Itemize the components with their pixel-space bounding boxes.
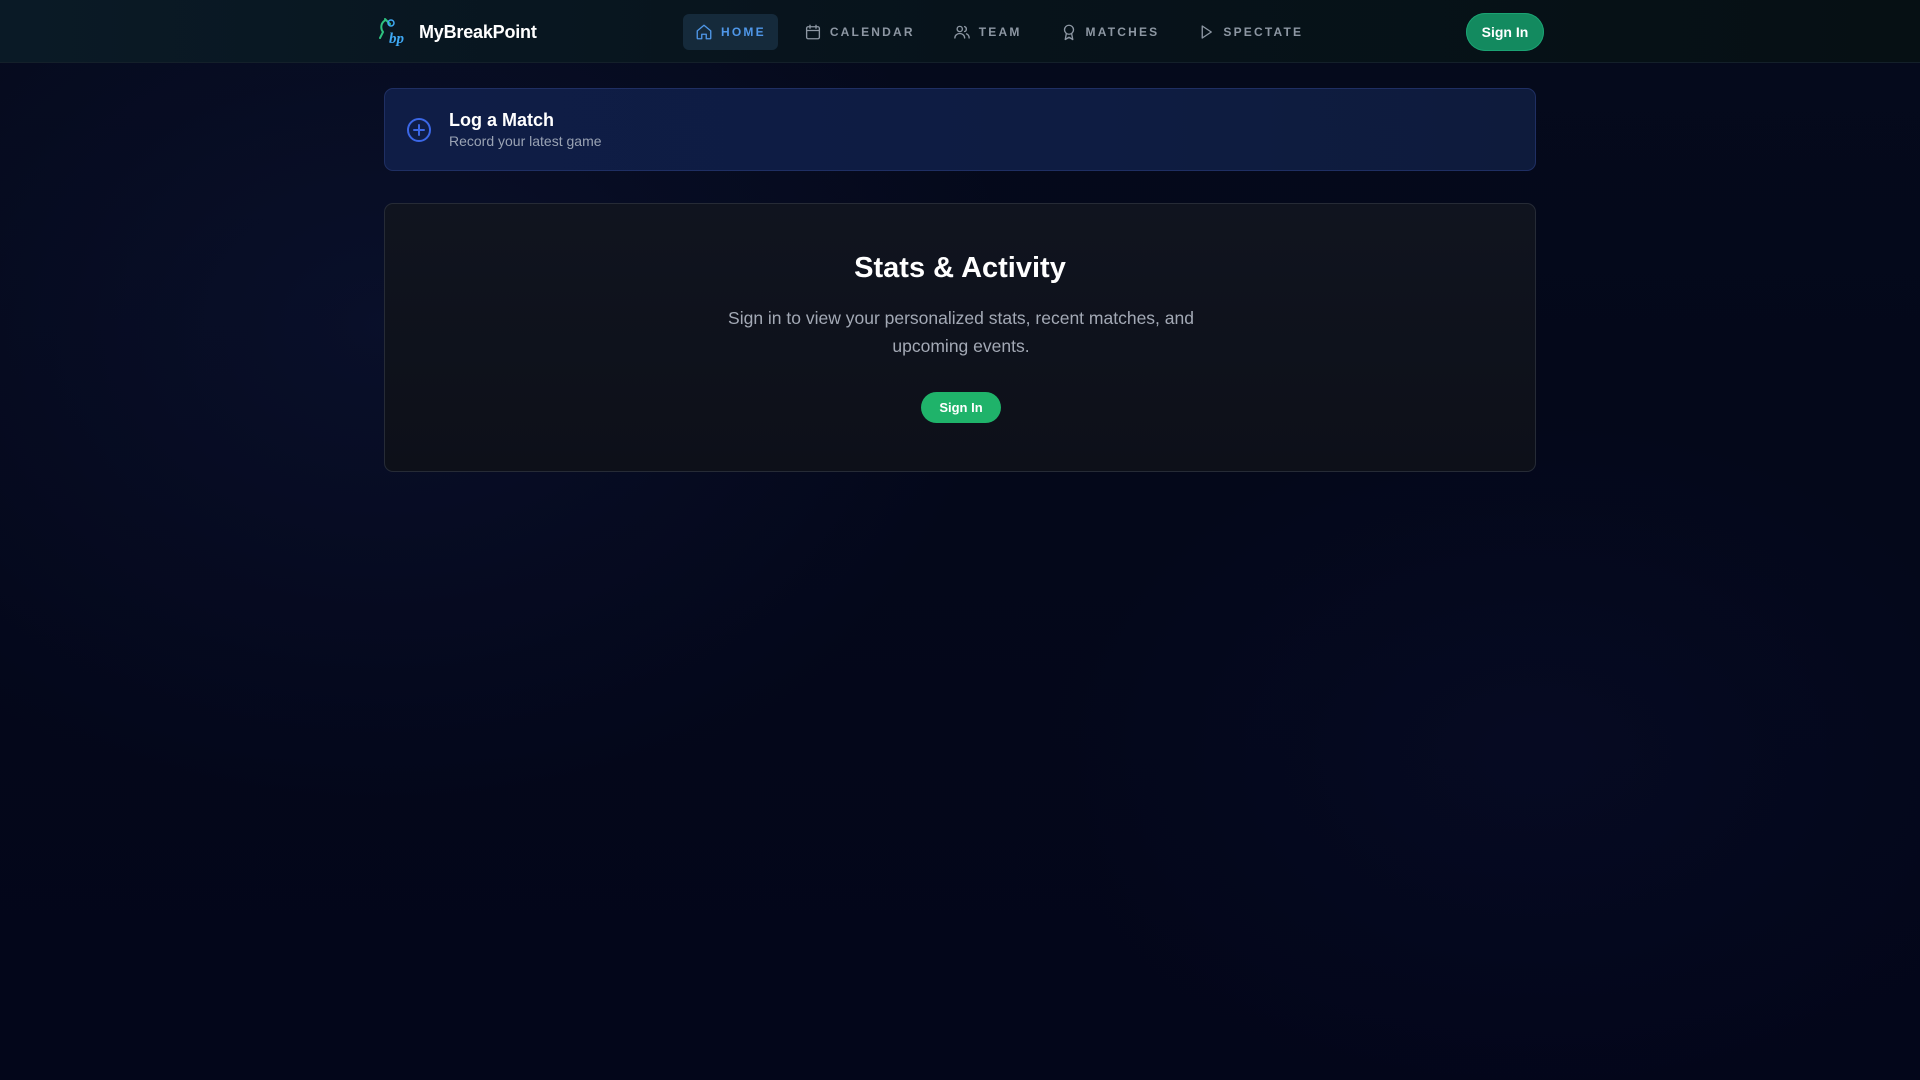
stats-title: Stats & Activity	[854, 252, 1066, 284]
stats-sign-in-button[interactable]: Sign In	[921, 392, 1001, 423]
team-icon	[953, 25, 970, 39]
brand-logo-icon: bp	[379, 18, 405, 47]
nav-item-home[interactable]: HOME	[683, 14, 778, 50]
play-icon	[1201, 25, 1213, 39]
nav-item-spectate[interactable]: SPECTATE	[1185, 14, 1315, 50]
nav-item-label: CALENDAR	[829, 25, 915, 39]
nav-item-matches[interactable]: MATCHES	[1048, 14, 1172, 50]
plus-circle-icon	[407, 118, 431, 142]
stats-activity-card: Stats & Activity Sign in to view your pe…	[384, 203, 1536, 472]
brand-name: MyBreakPoint	[419, 21, 537, 42]
brand[interactable]: bp MyBreakPoint	[377, 16, 537, 48]
header-sign-in-button[interactable]: Sign In	[1466, 13, 1544, 51]
home-icon	[696, 24, 712, 40]
nav-item-calendar[interactable]: CALENDAR	[792, 14, 927, 50]
stats-description: Sign in to view your personalized stats,…	[728, 308, 1194, 356]
main-nav: HOME CALENDAR TEAM MATCHES SPECTATE	[683, 14, 1315, 50]
nav-item-label: MATCHES	[1085, 25, 1160, 39]
log-match-title: Log a Match	[449, 110, 555, 130]
top-nav-bar: bp MyBreakPoint HOME CALENDAR TEAM MATCH…	[0, 0, 1920, 63]
brand-logo-text: bp	[389, 31, 405, 47]
nav-item-label: TEAM	[978, 25, 1022, 39]
nav-item-label: HOME	[721, 25, 766, 39]
nav-item-label: SPECTATE	[1223, 25, 1304, 39]
nav-item-team[interactable]: TEAM	[941, 14, 1034, 50]
calendar-icon	[805, 24, 820, 40]
award-icon	[1063, 24, 1074, 41]
log-match-subtitle: Record your latest game	[449, 133, 602, 149]
log-match-card[interactable]: Log a Match Record your latest game	[384, 88, 1536, 171]
